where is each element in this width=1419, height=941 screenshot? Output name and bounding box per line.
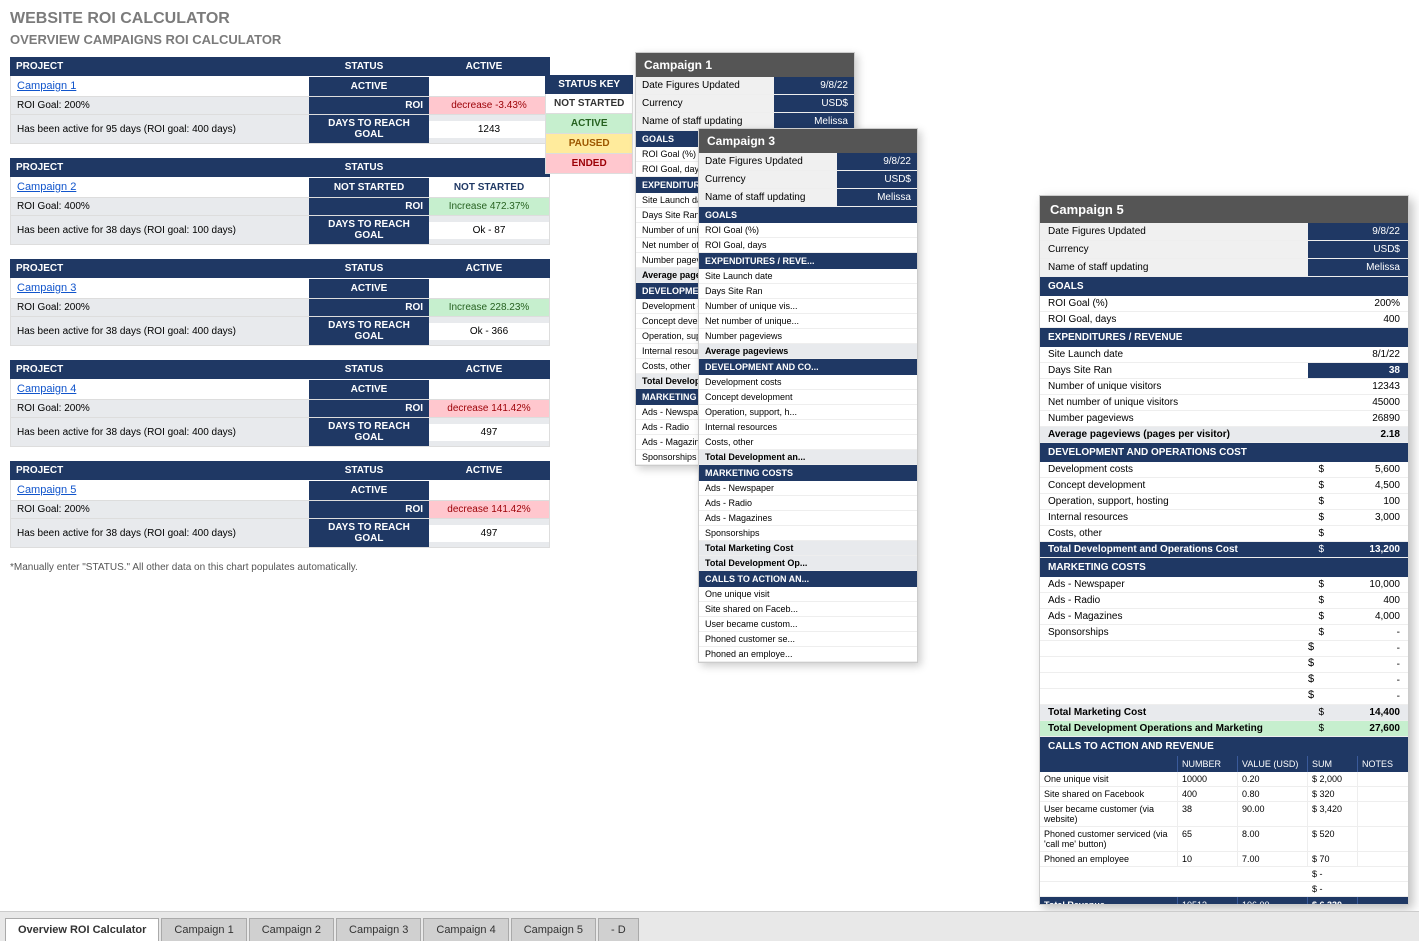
roi-value-1: decrease -3.43% — [429, 97, 549, 114]
section-title: OVERVIEW CAMPAIGNS ROI CALCULATOR — [10, 32, 550, 47]
status-col-header-2: STATUS — [304, 162, 424, 173]
tab-extra[interactable]: - D — [598, 918, 639, 941]
roi-label-1: ROI Goal: 200% — [11, 97, 309, 114]
tab-campaign5[interactable]: Campaign 5 — [511, 918, 596, 941]
roi-status-1: ROI — [309, 97, 429, 114]
days-row-3: Has been active for 38 days (ROI goal: 4… — [10, 317, 550, 346]
project-label: PROJECT — [16, 61, 304, 72]
roi-row-3: ROI Goal: 200% ROI Increase 228.23% — [10, 299, 550, 317]
days-status-1: DAYS TO REACH GOAL — [309, 115, 429, 143]
days-label-2: Has been active for 38 days (ROI goal: 1… — [11, 222, 309, 239]
calls-row-4: Phoned customer serviced (via 'call me' … — [1040, 827, 1408, 852]
value-col-header: ACTIVE — [424, 61, 544, 72]
campaign-block-5: PROJECT STATUS ACTIVE Campaign 5 ACTIVE … — [10, 461, 550, 548]
roi-value-3: Increase 228.23% — [429, 299, 549, 316]
status-ended: ENDED — [545, 154, 633, 174]
roi-label-2: ROI Goal: 400% — [11, 198, 309, 215]
roi-value-2: Increase 472.37% — [429, 198, 549, 215]
campaign-row-5[interactable]: Campaign 5 ACTIVE — [10, 480, 550, 501]
roi-status-2: ROI — [309, 198, 429, 215]
campaign-status-1: ACTIVE — [309, 77, 429, 96]
campaign-row-1[interactable]: Campaign 1 ACTIVE — [10, 76, 550, 97]
tab-bar: Overview ROI Calculator Campaign 1 Campa… — [0, 911, 1419, 941]
project-header-2: PROJECT STATUS — [10, 158, 550, 177]
campaign-name-5[interactable]: Campaign 5 — [11, 480, 309, 500]
tab-campaign1[interactable]: Campaign 1 — [161, 918, 246, 941]
calls-table-header: NUMBER VALUE (USD) SUM NOTES — [1040, 756, 1408, 772]
project-header-3: PROJECT STATUS ACTIVE — [10, 259, 550, 278]
days-row-2: Has been active for 38 days (ROI goal: 1… — [10, 216, 550, 245]
app-title: WEBSITE ROI CALCULATOR — [10, 10, 550, 28]
project-label-2: PROJECT — [16, 162, 304, 173]
campaign-status-2: NOT STARTED — [309, 178, 429, 197]
campaign3-card: Campaign 3 Date Figures Updated 9/8/22 C… — [698, 128, 918, 663]
campaign-status-value-3 — [429, 284, 549, 292]
campaign-block-2: PROJECT STATUS Campaign 2 NOT STARTED NO… — [10, 158, 550, 245]
project-header-1: PROJECT STATUS ACTIVE — [10, 57, 550, 76]
status-not-started: NOT STARTED — [545, 94, 633, 114]
days-value-2: Ok - 87 — [429, 222, 549, 239]
campaign5-title: Campaign 5 — [1040, 196, 1408, 223]
calls-row-1: One unique visit 10000 0.20 $ 2,000 — [1040, 772, 1408, 787]
note: *Manually enter "STATUS." All other data… — [10, 562, 550, 573]
status-col-header: STATUS — [304, 61, 424, 72]
tab-campaign3[interactable]: Campaign 3 — [336, 918, 421, 941]
status-active: ACTIVE — [545, 114, 633, 134]
campaign5-detail-card[interactable]: Campaign 5 Date Figures Updated 9/8/22 C… — [1039, 195, 1409, 905]
tab-overview[interactable]: Overview ROI Calculator — [5, 918, 159, 941]
calls-row-2: Site shared on Facebook 400 0.80 $ 320 — [1040, 787, 1408, 802]
status-paused: PAUSED — [545, 134, 633, 154]
campaign-row-3[interactable]: Campaign 3 ACTIVE — [10, 278, 550, 299]
calls-total-row: Total Revenue 10513 106.00 $ 6,330 — [1040, 897, 1408, 905]
tab-campaign4[interactable]: Campaign 4 — [423, 918, 508, 941]
campaign-block-3: PROJECT STATUS ACTIVE Campaign 3 ACTIVE … — [10, 259, 550, 346]
campaign-status-value-2: NOT STARTED — [429, 178, 549, 197]
roi-row-2: ROI Goal: 400% ROI Increase 472.37% — [10, 198, 550, 216]
calls-row-3: User became customer (via website) 38 90… — [1040, 802, 1408, 827]
campaign-name-3[interactable]: Campaign 3 — [11, 278, 309, 298]
campaign-block-4: PROJECT STATUS ACTIVE Campaign 4 ACTIVE … — [10, 360, 550, 447]
campaign-row-2[interactable]: Campaign 2 NOT STARTED NOT STARTED — [10, 177, 550, 198]
campaign-status-4: ACTIVE — [309, 380, 429, 399]
campaign-name-2[interactable]: Campaign 2 — [11, 177, 309, 197]
tab-campaign2[interactable]: Campaign 2 — [249, 918, 334, 941]
days-row-1: Has been active for 95 days (ROI goal: 4… — [10, 115, 550, 144]
status-key-panel: STATUS KEY NOT STARTED ACTIVE PAUSED END… — [545, 75, 633, 174]
campaign-block-1: PROJECT STATUS ACTIVE Campaign 1 ACTIVE … — [10, 57, 550, 144]
campaign-status-5: ACTIVE — [309, 481, 429, 500]
campaign-status-3: ACTIVE — [309, 279, 429, 298]
campaign-status-value-1 — [429, 82, 549, 90]
status-key-header: STATUS KEY — [545, 75, 633, 94]
calls-row-5: Phoned an employee 10 7.00 $ 70 — [1040, 852, 1408, 867]
campaign-name-1[interactable]: Campaign 1 — [11, 76, 309, 96]
campaign3-card-title: Campaign 3 — [699, 129, 917, 153]
roi-row-1: ROI Goal: 200% ROI decrease -3.43% — [10, 97, 550, 115]
days-status-2: DAYS TO REACH GOAL — [309, 216, 429, 244]
days-label-1: Has been active for 95 days (ROI goal: 4… — [11, 121, 309, 138]
campaign-name-4[interactable]: Campaign 4 — [11, 379, 309, 399]
campaign1-card-title: Campaign 1 — [636, 53, 854, 77]
days-value-1: 1243 — [429, 121, 549, 138]
campaign-row-4[interactable]: Campaign 4 ACTIVE — [10, 379, 550, 400]
